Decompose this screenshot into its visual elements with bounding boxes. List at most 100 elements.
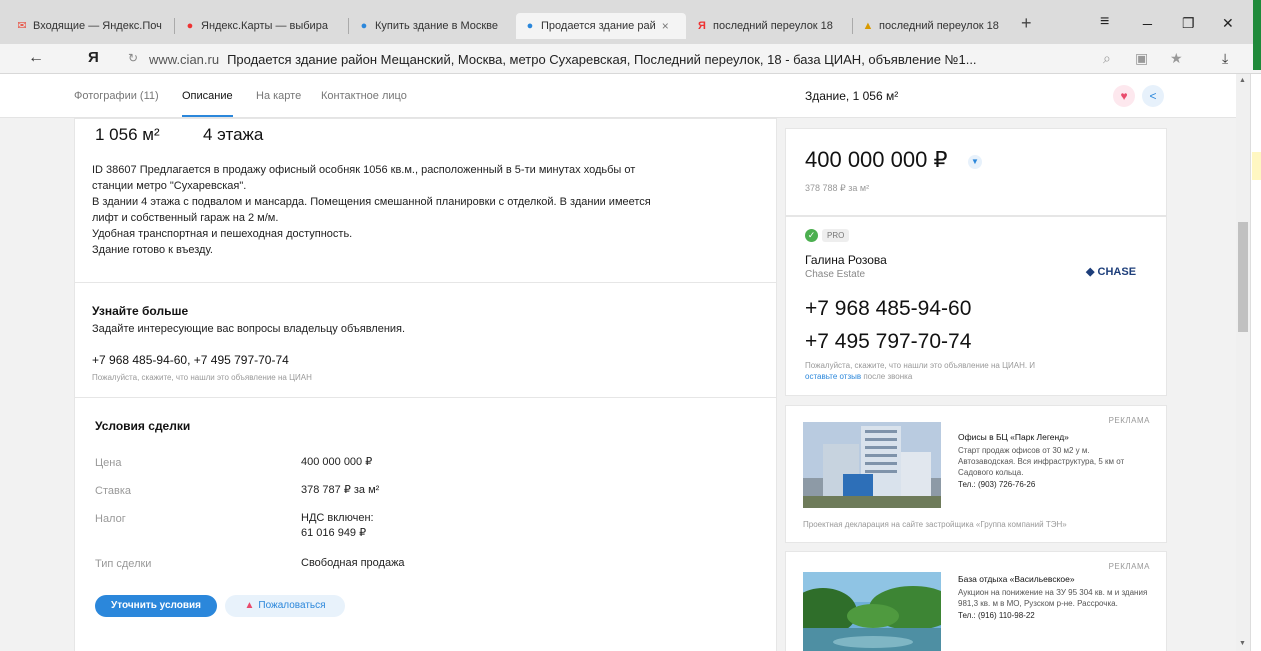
scroll-up-arrow-icon[interactable]: ▲ bbox=[1239, 77, 1246, 84]
leave-review-link[interactable]: оставьте отзыв bbox=[805, 372, 861, 381]
share-icon[interactable]: < bbox=[1142, 85, 1164, 107]
tab-label: Входящие — Яндекс.Поч bbox=[33, 20, 162, 32]
restore-button[interactable]: ❐ bbox=[1182, 15, 1195, 32]
menu-icon[interactable]: ≡ bbox=[1100, 13, 1109, 31]
agent-note: Пожалуйста, скажите, что нашли это объяв… bbox=[805, 360, 1065, 382]
listing-main-card: 1 056 м² 4 этажа ID 38607 Предлагается в… bbox=[74, 118, 777, 651]
listing-subnav: Фотографии (11) Описание На карте Контак… bbox=[0, 74, 1236, 118]
learn-more-note: Пожалуйста, скажите, что нашли это объяв… bbox=[92, 373, 312, 382]
description-line: станции метро "Сухаревская". bbox=[92, 180, 247, 192]
mail-icon: ✉ bbox=[17, 20, 27, 32]
chevron-down-icon[interactable]: ▼ bbox=[968, 155, 982, 169]
listing-floors: 4 этажа bbox=[203, 125, 264, 144]
url-field[interactable]: www.cian.ru Продается здание район Мещанс… bbox=[149, 52, 977, 67]
yandex-maps-icon: ● bbox=[186, 20, 194, 32]
deal-row-label: Цена bbox=[95, 457, 122, 469]
scrollbar-thumb[interactable] bbox=[1238, 222, 1248, 332]
favorite-heart-icon[interactable]: ♥ bbox=[1113, 85, 1135, 107]
deal-row-value: 61 016 949 ₽ bbox=[301, 527, 367, 539]
scroll-down-arrow-icon[interactable]: ▼ bbox=[1239, 640, 1246, 647]
minimize-button[interactable]: _ bbox=[1143, 9, 1152, 27]
deal-row-label: Ставка bbox=[95, 485, 131, 497]
ad-title: Офисы в БЦ «Парк Легенд» bbox=[958, 432, 1069, 442]
bookmark-star-icon[interactable]: ★ bbox=[1170, 50, 1183, 67]
ad-footer: Проектная декларация на сайте застройщик… bbox=[803, 520, 1067, 529]
tab-label: последний переулок 18 bbox=[879, 20, 999, 32]
browser-tab[interactable]: ● Яндекс.Карты — выбира bbox=[176, 13, 346, 39]
search-icon[interactable]: ⌕ bbox=[1103, 50, 1111, 67]
browser-tab[interactable]: Я последний переулок 18 bbox=[688, 13, 852, 39]
chase-logo-icon: ◆ bbox=[1086, 266, 1095, 278]
agent-agency[interactable]: Chase Estate bbox=[805, 269, 865, 280]
deal-terms-title: Условия сделки bbox=[95, 419, 191, 433]
reader-icon[interactable]: ▣ bbox=[1135, 50, 1148, 67]
browser-tab[interactable]: ▲ последний переулок 18 bbox=[854, 13, 1018, 39]
description-line: В здании 4 этажа с подвалом и мансарда. … bbox=[92, 196, 651, 208]
close-window-button[interactable]: ✕ bbox=[1222, 15, 1234, 32]
verified-check-icon: ✓ bbox=[805, 229, 818, 242]
tab-label: Продается здание рай bbox=[541, 20, 656, 32]
price-per-meter: 378 788 ₽ за м² bbox=[805, 183, 870, 193]
page-content: Фотографии (11) Описание На карте Контак… bbox=[0, 74, 1261, 651]
ad-phone: Тел.: (916) 110-98-22 bbox=[958, 611, 1035, 620]
ad-phone: Тел.: (903) 726-76-26 bbox=[958, 480, 1036, 489]
warning-icon: ▲ bbox=[244, 600, 255, 611]
ad-label: РЕКЛАМА bbox=[1108, 416, 1150, 425]
learn-more-title: Узнайте больше bbox=[92, 304, 189, 318]
deal-row-value: НДС включен: bbox=[301, 512, 374, 524]
ad-description: Старт продаж офисов от 30 м2 у м. Автоза… bbox=[958, 446, 1125, 477]
subnav-contact[interactable]: Контактное лицо bbox=[321, 90, 407, 102]
browser-tab-active[interactable]: ● Продается здание рай × bbox=[516, 13, 686, 39]
cian-pin-icon: ● bbox=[526, 20, 534, 32]
reload-icon[interactable]: ↻ bbox=[128, 51, 138, 65]
agent-phone-1[interactable]: +7 968 485-94-60 bbox=[805, 297, 971, 321]
scrollbar-track[interactable] bbox=[1236, 74, 1250, 651]
download-icon[interactable]: ⤓ bbox=[1222, 50, 1228, 67]
divider bbox=[75, 282, 776, 283]
report-button[interactable]: ▲ Пожаловаться bbox=[225, 595, 345, 617]
listing-area: 1 056 м² bbox=[95, 125, 160, 144]
ad-card[interactable]: РЕКЛАМА База отдыха «Васильевское» Аукци… bbox=[785, 551, 1167, 651]
subnav-photos[interactable]: Фотографии (11) bbox=[74, 90, 159, 102]
price-card: 400 000 000 ₽ ▼ 378 788 ₽ за м² bbox=[785, 128, 1167, 216]
browser-logo[interactable]: Я bbox=[88, 49, 99, 66]
clarify-terms-button[interactable]: Уточнить условия bbox=[95, 595, 217, 617]
description-line: ID 38607 Предлагается в продажу офисный … bbox=[92, 164, 636, 176]
description-line: Удобная транспортная и пешеходная доступ… bbox=[92, 228, 353, 240]
url-page-title: Продается здание район Мещанский, Москва… bbox=[227, 52, 977, 67]
browser-tab[interactable]: ● Купить здание в Москве bbox=[350, 13, 514, 39]
close-icon[interactable]: × bbox=[662, 19, 669, 33]
agent-phone-2[interactable]: +7 495 797-70-74 bbox=[805, 330, 971, 354]
cian-pin-icon: ● bbox=[360, 20, 368, 32]
pro-badge: PRO bbox=[822, 229, 850, 242]
description-line: лифт и собственный гараж на 2 м/м. bbox=[92, 212, 279, 224]
browser-tab-strip: ✉ Входящие — Яндекс.Поч ● Яндекс.Карты —… bbox=[0, 0, 1261, 44]
agency-logo[interactable]: ◆ CHASE bbox=[1086, 265, 1136, 278]
tab-label: Купить здание в Москве bbox=[375, 20, 499, 32]
browser-tab[interactable]: ✉ Входящие — Яндекс.Поч bbox=[8, 13, 172, 39]
agent-name[interactable]: Галина Розова bbox=[805, 253, 887, 267]
subnav-map[interactable]: На карте bbox=[256, 90, 301, 102]
deal-row-label: Налог bbox=[95, 513, 126, 525]
agent-card: ✓ PRO Галина Розова Chase Estate ◆ CHASE… bbox=[785, 216, 1167, 396]
learn-more-phones[interactable]: +7 968 485-94-60, +7 495 797-70-74 bbox=[92, 353, 289, 367]
subnav-description[interactable]: Описание bbox=[182, 90, 233, 117]
ad-text-block: Офисы в БЦ «Парк Легенд» Старт продаж оф… bbox=[958, 432, 1148, 490]
deal-row-value: Свободная продажа bbox=[301, 557, 405, 569]
new-tab-button[interactable]: + bbox=[1021, 13, 1032, 34]
url-domain: www.cian.ru bbox=[149, 52, 220, 67]
agent-note-text: Пожалуйста, скажите, что нашли это объяв… bbox=[805, 361, 1036, 370]
ad-lake-image bbox=[803, 572, 941, 651]
listing-description: ID 38607 Предлагается в продажу офисный … bbox=[92, 162, 762, 258]
ad-text-block: База отдыха «Васильевское» Аукцион на по… bbox=[958, 574, 1148, 621]
price-value: 400 000 000 ₽ bbox=[805, 147, 948, 172]
deal-row-label: Тип сделки bbox=[95, 558, 152, 570]
ad-description: Аукцион на понижение на ЗУ 95 304 кв. м … bbox=[958, 588, 1148, 608]
ad-card[interactable]: РЕКЛАМА Офисы в БЦ «Парк Легенд» Старт п… bbox=[785, 405, 1167, 543]
agency-logo-text: CHASE bbox=[1097, 266, 1137, 278]
back-button[interactable]: ← bbox=[28, 49, 44, 67]
deal-row-value: 378 787 ₽ за м² bbox=[301, 484, 380, 496]
tab-label: последний переулок 18 bbox=[713, 20, 833, 32]
ad-title: База отдыха «Васильевское» bbox=[958, 574, 1075, 584]
side-panel-strip bbox=[1250, 74, 1261, 651]
